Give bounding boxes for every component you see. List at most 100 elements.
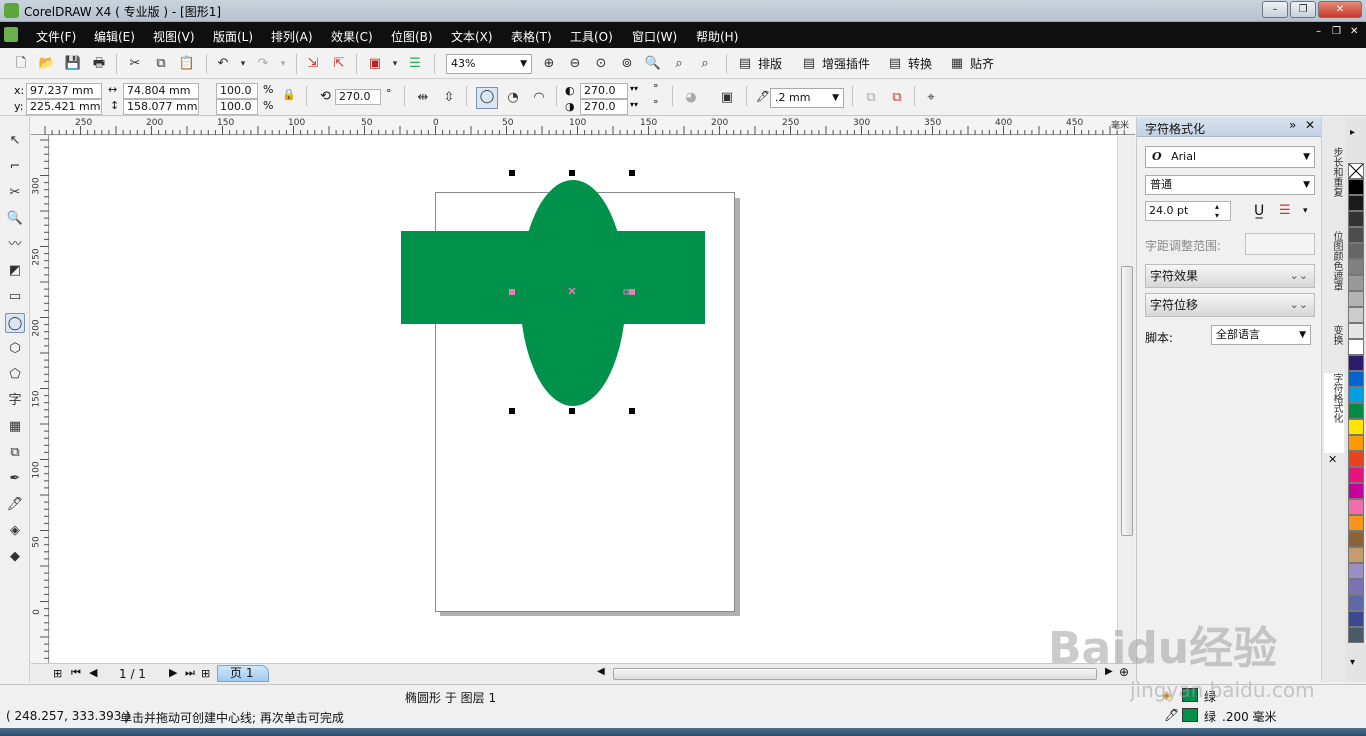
previous-page-icon[interactable]: ◀: [89, 666, 97, 679]
end-angle-input[interactable]: 270.0: [580, 99, 628, 115]
mirror-horizontal-icon[interactable]: ⇹: [414, 89, 432, 107]
pick-tool-icon[interactable]: ↖: [5, 131, 25, 151]
selection-handle[interactable]: [509, 408, 515, 414]
palette-swatch[interactable]: [1348, 227, 1364, 243]
menu-text[interactable]: 文本(X): [451, 28, 493, 45]
palette-scroll-down-icon[interactable]: ▾: [1350, 657, 1355, 668]
mirror-vertical-icon[interactable]: ⇳: [440, 89, 458, 107]
outline-width-select[interactable]: .2 mm ▼: [770, 88, 844, 108]
import-icon[interactable]: ⇲: [304, 55, 322, 73]
tab-character-formatting[interactable]: 字符格式化: [1324, 373, 1344, 453]
selection-handle[interactable]: [569, 408, 575, 414]
drawing-layer[interactable]: [50, 136, 1117, 663]
page-tab[interactable]: 页 1: [217, 665, 269, 682]
palette-swatch[interactable]: [1348, 291, 1364, 307]
zoom-all-objects-icon[interactable]: ⊚: [618, 55, 636, 73]
maximize-button[interactable]: ❐: [1290, 1, 1316, 18]
connector-tool-icon[interactable]: ⧉: [5, 443, 25, 463]
copy-icon[interactable]: ⧉: [152, 55, 170, 73]
palette-swatch[interactable]: [1348, 499, 1364, 515]
palette-swatch[interactable]: [1348, 595, 1364, 611]
palette-swatch[interactable]: [1348, 243, 1364, 259]
x-position-input[interactable]: 97.237 mm: [26, 83, 102, 99]
docker-close-icon[interactable]: ✕: [1305, 118, 1315, 132]
undo-icon[interactable]: ↶: [214, 55, 232, 73]
height-input[interactable]: 158.077 mm: [123, 99, 199, 115]
wrap-text-icon[interactable]: ▣: [718, 89, 736, 107]
outline-tool-icon[interactable]: 🖊: [5, 495, 25, 515]
menu-layout[interactable]: 版面(L): [213, 28, 253, 45]
palette-swatch[interactable]: [1348, 179, 1364, 195]
zoom-page-icon[interactable]: 🔍: [644, 55, 662, 73]
cut-icon[interactable]: ✂: [126, 55, 144, 73]
palette-swatch[interactable]: [1348, 515, 1364, 531]
print-icon[interactable]: 🖶: [90, 55, 108, 73]
palette-swatch[interactable]: [1348, 563, 1364, 579]
script-select[interactable]: 全部语言 ▼: [1211, 325, 1311, 345]
palette-swatch[interactable]: [1348, 371, 1364, 387]
zoom-selected-icon[interactable]: ⊙: [592, 55, 610, 73]
font-family-select[interactable]: O Arial ▼: [1145, 146, 1315, 168]
underline-icon[interactable]: U̲: [1254, 203, 1264, 219]
zoom-tool-icon[interactable]: 🔍: [5, 209, 25, 229]
ellipse-tool-icon[interactable]: ◯: [5, 313, 25, 333]
eyedropper-tool-icon[interactable]: ✒: [5, 469, 25, 489]
application-launcher-icon[interactable]: ▣: [366, 55, 384, 73]
table-tool-icon[interactable]: ▦: [5, 417, 25, 437]
arc-mode-icon[interactable]: ◠: [530, 89, 548, 107]
convert-button[interactable]: 转换: [908, 55, 932, 72]
tab-close-icon[interactable]: ✕: [1328, 453, 1337, 466]
launcher-dropdown-icon[interactable]: ▾: [386, 55, 404, 73]
menu-view[interactable]: 视图(V): [153, 28, 195, 45]
selection-handle[interactable]: [629, 170, 635, 176]
palette-swatch[interactable]: [1348, 307, 1364, 323]
interactive-fill-tool-icon[interactable]: ◆: [5, 547, 25, 567]
menu-bitmaps[interactable]: 位图(B): [391, 28, 433, 45]
outline-swatch[interactable]: [1182, 708, 1198, 722]
doc-minimize-icon[interactable]: –: [1316, 26, 1321, 37]
vertical-scrollbar[interactable]: [1117, 136, 1135, 663]
node-handle[interactable]: [509, 289, 515, 295]
direction-icon[interactable]: ◕: [682, 89, 700, 107]
kerning-range-input[interactable]: [1245, 233, 1315, 255]
tab-step-repeat[interactable]: 步长和重复: [1324, 147, 1344, 227]
selection-handle[interactable]: [629, 408, 635, 414]
width-input[interactable]: 74.804 mm: [123, 83, 199, 99]
palette-swatch[interactable]: [1348, 387, 1364, 403]
strikethrough-icon[interactable]: ☰: [1279, 203, 1291, 218]
character-effects-section[interactable]: 字符效果 ⌄⌄: [1145, 264, 1315, 288]
minimize-button[interactable]: –: [1262, 1, 1288, 18]
zoom-out-icon[interactable]: ⊖: [566, 55, 584, 73]
palette-swatch[interactable]: [1348, 323, 1364, 339]
end-angle-spinner-icon[interactable]: ▾▾: [630, 100, 638, 109]
scale-x-input[interactable]: 100.0: [216, 83, 258, 99]
underline-dropdown-icon[interactable]: ▾: [1303, 206, 1308, 216]
palette-swatch[interactable]: [1348, 355, 1364, 371]
menu-tools[interactable]: 工具(O): [570, 28, 613, 45]
redo-icon[interactable]: ↷: [254, 55, 272, 73]
start-angle-spinner-icon[interactable]: ▾▾: [630, 84, 638, 93]
menu-edit[interactable]: 编辑(E): [94, 28, 135, 45]
fill-tool-icon[interactable]: ◈: [5, 521, 25, 541]
zoom-in-icon[interactable]: ⊕: [540, 55, 558, 73]
freehand-tool-icon[interactable]: 〰: [5, 235, 25, 255]
menu-help[interactable]: 帮助(H): [696, 28, 738, 45]
vertical-ruler[interactable]: 300 250 200 150 100 50 0: [31, 135, 49, 663]
export-icon[interactable]: ⇱: [330, 55, 348, 73]
doc-restore-icon[interactable]: ❐: [1332, 26, 1341, 37]
smart-fill-tool-icon[interactable]: ◩: [5, 261, 25, 281]
font-style-select[interactable]: 普通 ▼: [1145, 175, 1315, 195]
y-position-input[interactable]: 225.421 mm: [26, 99, 102, 115]
palette-scroll-up-icon[interactable]: ▸: [1350, 127, 1355, 138]
palette-swatch[interactable]: [1348, 547, 1364, 563]
text-tool-icon[interactable]: 字: [5, 391, 25, 411]
palette-swatch[interactable]: [1348, 195, 1364, 211]
welcome-screen-icon[interactable]: ☰: [406, 55, 424, 73]
palette-swatch[interactable]: [1348, 435, 1364, 451]
palette-swatch[interactable]: [1348, 451, 1364, 467]
tab-bitmap-color-mask[interactable]: 位图颜色遮罩: [1324, 231, 1344, 321]
snap-button[interactable]: 贴齐: [970, 55, 994, 72]
close-button[interactable]: ✕: [1318, 1, 1362, 18]
palette-swatch[interactable]: [1348, 275, 1364, 291]
doc-close-icon[interactable]: ✕: [1350, 26, 1358, 37]
